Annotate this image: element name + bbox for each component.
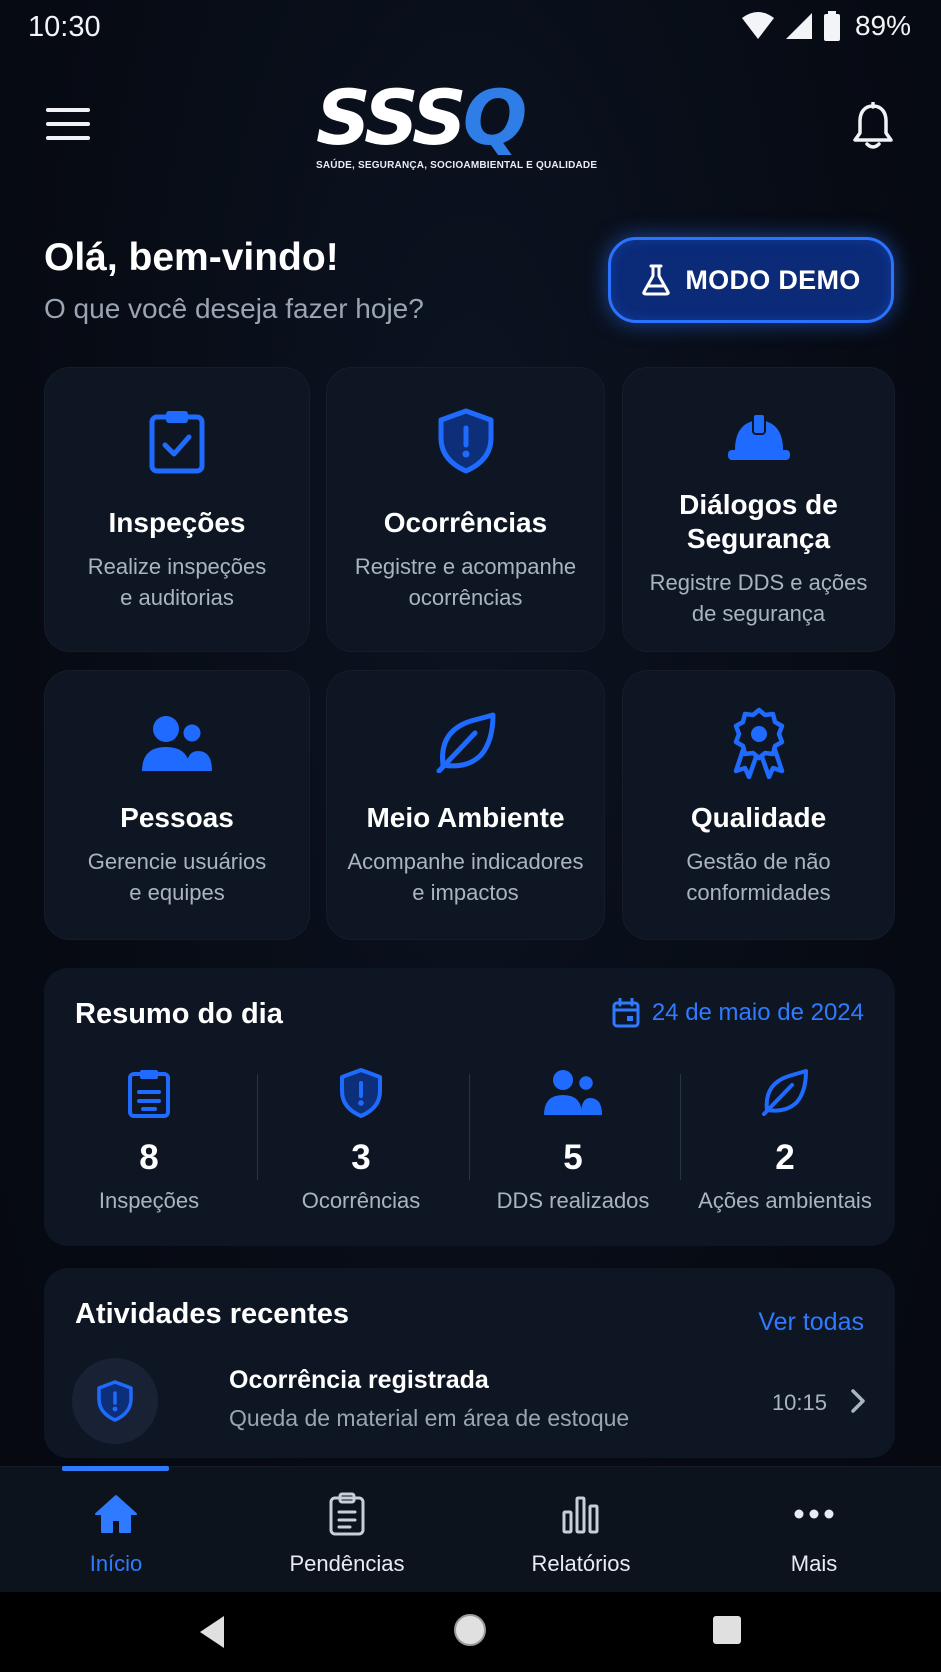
stat-value: 5	[563, 1138, 583, 1177]
activity-item[interactable]: Ocorrência registrada Queda de material …	[72, 1358, 867, 1444]
demo-mode-button[interactable]: MODO DEMO	[608, 237, 894, 323]
shield-alert-icon	[340, 1068, 382, 1118]
stat-label: Ocorrências	[301, 1188, 421, 1213]
tile-title: Inspeções	[108, 507, 246, 538]
tile-title: Qualidade	[690, 802, 827, 833]
status-bar: 10:30 89%	[0, 0, 941, 56]
app-logo: SSS Q SAÚDE, SEGURANÇA, SOCIOAMBIENTAL E …	[316, 73, 598, 176]
tile-pessoas[interactable]: Pessoas Gerencie usuários e equipes	[44, 670, 310, 940]
recents-icon[interactable]	[712, 1615, 742, 1645]
stat-value: 2	[775, 1138, 795, 1177]
tile-description: Registre DDS e ações de segurança	[649, 570, 868, 626]
battery-percentage: 89%	[854, 10, 911, 41]
leaf-icon	[762, 1069, 808, 1116]
home-icon	[95, 1495, 137, 1533]
logo-text-blue: Q	[462, 73, 528, 162]
status-icons: 89%	[741, 10, 911, 42]
tile-description: Realize inspeções e auditorias	[87, 554, 267, 610]
hamburger-icon	[46, 108, 90, 112]
users-icon	[544, 1070, 602, 1115]
notifications-button[interactable]	[851, 101, 895, 152]
activity-avatar	[72, 1358, 158, 1444]
bell-icon	[853, 101, 893, 149]
stat-label: Ações ambientais	[698, 1188, 872, 1213]
wifi-icon	[741, 12, 774, 39]
tile-title: Pessoas	[120, 802, 234, 833]
flask-icon	[642, 264, 671, 296]
home-screen: 10:30 89% SSS Q SAÚDE, SEGURANÇA, SOCIOAM…	[0, 0, 941, 1672]
tile-dialogos-seguranca[interactable]: Diálogos de Segurança Registre DDS e açõe…	[622, 367, 895, 652]
activity-title: Ocorrência registrada	[229, 1366, 489, 1394]
logo-subtitle: SAÚDE, SEGURANÇA, SOCIOAMBIENTAL E QUALI…	[316, 160, 598, 171]
tile-ocorrencias[interactable]: Ocorrências Registre e acompanhe ocorrênc…	[326, 367, 605, 652]
tile-description: Gerencie usuários e equipes	[87, 849, 267, 905]
tile-title: Ocorrências	[383, 507, 548, 538]
tile-qualidade[interactable]: Qualidade Gestão de não conformidades	[622, 670, 895, 940]
demo-mode-label: MODO DEMO	[685, 264, 861, 295]
clipboard-check-icon	[149, 411, 205, 474]
nav-label: Início	[89, 1551, 143, 1576]
award-icon	[733, 707, 784, 779]
clipboard-icon	[128, 1070, 170, 1118]
stat-value: 8	[139, 1138, 159, 1177]
calendar-icon	[612, 998, 640, 1028]
daily-summary-card: Resumo do dia 24 de maio de 2024 8 Inspe…	[44, 968, 895, 1246]
hard-hat-icon	[727, 413, 790, 460]
system-navigation-bar	[0, 1592, 941, 1672]
more-icon	[794, 1509, 834, 1519]
stat-inspecoes[interactable]: 8 Inspeções	[44, 1068, 254, 1213]
nav-relatorios[interactable]: Relatórios	[466, 1467, 696, 1593]
tile-title: Meio Ambiente	[366, 802, 565, 833]
stat-label: DDS realizados	[496, 1188, 650, 1213]
tile-description: Registre e acompanhe ocorrências	[354, 554, 577, 610]
greeting-subtitle: O que você deseja fazer hoje?	[44, 293, 424, 324]
recent-activities-card: Atividades recentes Ver todas Ocorrência…	[44, 1268, 895, 1458]
shield-alert-icon	[438, 408, 493, 474]
summary-date[interactable]: 24 de maio de 2024	[612, 998, 864, 1028]
activity-description: Queda de material em área de estoque	[229, 1405, 630, 1431]
home-circle-icon[interactable]	[452, 1612, 488, 1648]
summary-title: Resumo do dia	[75, 998, 283, 1030]
nav-label: Mais	[790, 1551, 838, 1576]
battery-icon	[823, 11, 840, 41]
nav-label: Relatórios	[531, 1551, 631, 1576]
bar-chart-icon	[562, 1496, 599, 1534]
status-time: 10:30	[28, 11, 101, 43]
nav-label: Pendências	[289, 1551, 405, 1576]
chevron-right-icon	[851, 1389, 865, 1413]
stat-value: 3	[351, 1138, 371, 1177]
clipboard-list-icon	[329, 1492, 365, 1536]
back-icon[interactable]	[196, 1614, 228, 1650]
logo-text-white: SSS	[316, 73, 467, 162]
nav-mais[interactable]: Mais	[699, 1467, 929, 1593]
nav-pendencias[interactable]: Pendências	[232, 1467, 462, 1593]
stat-ocorrencias[interactable]: 3 Ocorrências	[256, 1068, 466, 1213]
bottom-navigation: Início Pendências Relatórios Mais	[0, 1466, 941, 1592]
menu-button[interactable]	[46, 108, 90, 144]
tile-description: Gestão de não conformidades	[686, 849, 831, 905]
stat-acoes-ambientais[interactable]: 2 Ações ambientais	[680, 1068, 890, 1213]
see-all-link[interactable]: Ver todas	[758, 1308, 864, 1337]
greeting-title: Olá, bem-vindo!	[44, 236, 339, 279]
users-icon	[142, 716, 212, 771]
nav-inicio[interactable]: Início	[1, 1467, 231, 1593]
tile-title: Diálogos de Segurança	[679, 489, 838, 554]
summary-date-text: 24 de maio de 2024	[651, 999, 864, 1026]
activities-title: Atividades recentes	[75, 1298, 350, 1330]
leaf-icon	[436, 712, 495, 773]
tile-meio-ambiente[interactable]: Meio Ambiente Acompanhe indicadores e imp…	[326, 670, 605, 940]
tile-inspecoes[interactable]: Inspeções Realize inspeções e auditorias	[44, 367, 310, 652]
stat-dds[interactable]: 5 DDS realizados	[468, 1068, 678, 1213]
activity-time: 10:15	[771, 1390, 827, 1415]
signal-icon	[785, 13, 812, 39]
tile-description: Acompanhe indicadores e impactos	[347, 849, 584, 905]
shield-alert-icon	[97, 1380, 133, 1422]
stat-label: Inspeções	[98, 1188, 200, 1213]
